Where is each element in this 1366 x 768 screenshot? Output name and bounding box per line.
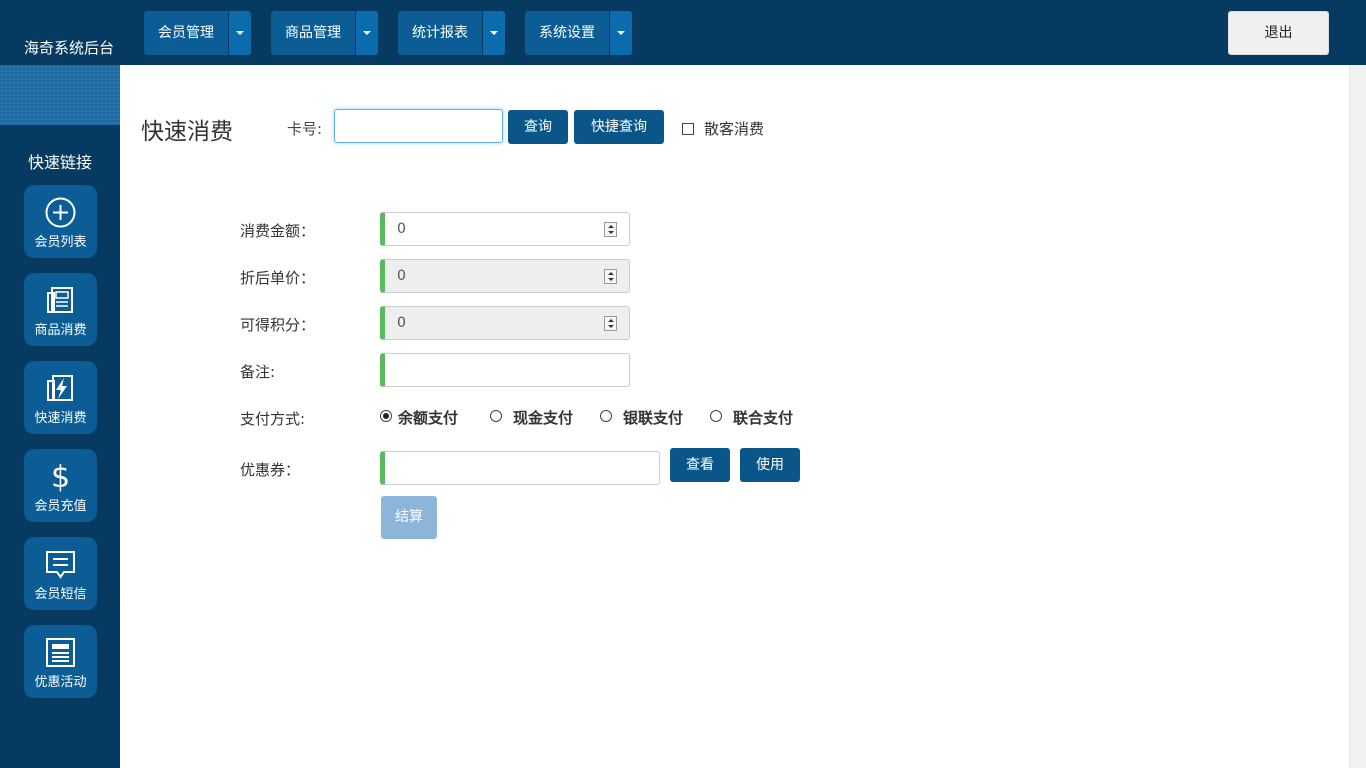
coupon-label: 优惠券： — [240, 461, 301, 479]
use-coupon-button[interactable]: 使用 — [740, 448, 800, 482]
sidebar: 快速链接 会员列表 商品消费 快速消费 $ 会员充值 会员短信 优惠活动 — [0, 65, 120, 768]
settle-button[interactable]: 结算 — [381, 496, 437, 539]
caret-down-icon[interactable] — [482, 11, 505, 55]
quick-links-title: 快速链接 — [27, 153, 92, 172]
top-navbar: 海奇系统后台 会员管理 商品管理 统计报表 系统设置 退出 — [0, 0, 1366, 65]
nav-product-management[interactable]: 商品管理 — [271, 11, 378, 55]
page-title: 快速消费 — [141, 119, 233, 145]
card-number-input[interactable] — [334, 109, 503, 143]
document-icon — [47, 287, 73, 313]
unit-price-label: 折后单价： — [240, 269, 316, 287]
quick-link-member-recharge[interactable]: $ 会员充值 — [24, 449, 97, 522]
card-number-label: 卡号: — [287, 120, 323, 138]
newspaper-icon — [46, 638, 75, 667]
caret-down-icon[interactable] — [355, 11, 378, 55]
payment-radio-cash[interactable] — [490, 410, 502, 422]
note-label: 备注: — [240, 363, 276, 381]
quick-link-quick-consumption[interactable]: 快速消费 — [24, 361, 97, 434]
sidebar-banner — [0, 65, 120, 125]
quick-link-member-list[interactable]: 会员列表 — [24, 185, 97, 258]
spinner-icon — [604, 269, 617, 284]
payment-label-combined: 联合支付 — [733, 409, 794, 427]
unit-price-value: 0 — [397, 268, 406, 284]
amount-input[interactable]: 0 — [380, 212, 630, 246]
query-button[interactable]: 查询 — [508, 110, 568, 144]
quick-link-label: 会员短信 — [34, 587, 87, 602]
unit-price-input: 0 — [380, 259, 630, 293]
quick-link-label: 快速消费 — [34, 411, 87, 426]
app-brand: 海奇系统后台 — [24, 39, 115, 57]
nav-system-settings[interactable]: 系统设置 — [525, 11, 632, 55]
quick-link-promotions[interactable]: 优惠活动 — [24, 625, 97, 698]
nav-member-management-label[interactable]: 会员管理 — [144, 11, 228, 55]
payment-label-unionpay: 银联支付 — [623, 409, 684, 427]
payment-label-balance: 余额支付 — [398, 409, 459, 427]
spinner-icon — [604, 316, 617, 331]
logout-button[interactable]: 退出 — [1228, 11, 1329, 55]
quick-link-label: 会员充值 — [34, 499, 87, 514]
quick-link-member-sms[interactable]: 会员短信 — [24, 537, 97, 610]
message-icon — [46, 551, 75, 579]
quick-link-label: 优惠活动 — [34, 675, 87, 690]
plus-circle-icon — [45, 197, 76, 228]
walkin-checkbox[interactable] — [682, 123, 694, 135]
caret-down-icon[interactable] — [609, 11, 632, 55]
note-input[interactable] — [380, 353, 630, 387]
amount-label: 消费金额： — [240, 222, 316, 240]
points-input: 0 — [380, 306, 630, 340]
amount-value: 0 — [397, 221, 406, 237]
payment-label-cash: 现金支付 — [513, 409, 574, 427]
payment-radio-balance[interactable] — [380, 410, 392, 422]
coupon-input[interactable] — [380, 451, 660, 485]
nav-product-management-label[interactable]: 商品管理 — [271, 11, 355, 55]
nav-member-management[interactable]: 会员管理 — [144, 11, 251, 55]
payment-radio-unionpay[interactable] — [600, 410, 612, 422]
quick-link-product-consumption[interactable]: 商品消费 — [24, 273, 97, 346]
dollar-icon: $ — [51, 460, 70, 493]
quick-link-label: 会员列表 — [34, 235, 87, 250]
caret-down-icon[interactable] — [228, 11, 251, 55]
vertical-scrollbar[interactable] — [1349, 65, 1366, 768]
nav-system-settings-label[interactable]: 系统设置 — [525, 11, 609, 55]
nav-statistics-reports[interactable]: 统计报表 — [398, 11, 505, 55]
spinner-icon[interactable] — [604, 222, 617, 237]
nav-statistics-reports-label[interactable]: 统计报表 — [398, 11, 482, 55]
lightning-icon — [47, 375, 73, 401]
walkin-label: 散客消费 — [704, 120, 765, 138]
payment-radio-combined[interactable] — [710, 410, 722, 422]
quick-query-button[interactable]: 快捷查询 — [574, 110, 664, 144]
points-label: 可得积分： — [240, 316, 316, 334]
points-value: 0 — [397, 315, 406, 331]
view-coupon-button[interactable]: 查看 — [670, 448, 730, 482]
svg-text:$: $ — [51, 460, 70, 493]
quick-link-label: 商品消费 — [34, 323, 87, 338]
payment-method-label: 支付方式: — [240, 410, 306, 428]
